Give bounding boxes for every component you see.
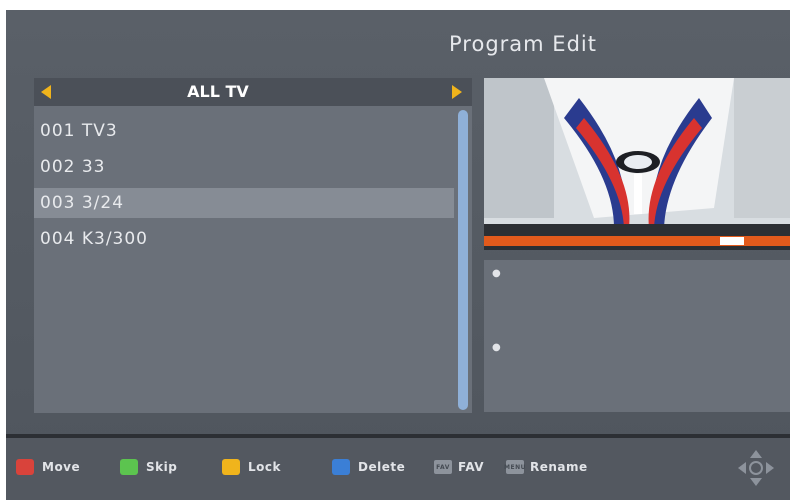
arrow-right-icon[interactable] <box>452 85 462 99</box>
program-edit-screen: Program Edit ALL TV 001 TV3 002 33 003 3… <box>6 10 790 500</box>
fav-label: FAV <box>458 460 485 474</box>
page-title: Program Edit <box>449 32 597 56</box>
skip-key[interactable]: Skip <box>120 458 177 476</box>
channel-list-panel: ALL TV 001 TV3 002 33 003 3/24 004 K3/30… <box>34 78 472 413</box>
delete-key[interactable]: Delete <box>332 458 405 476</box>
fav-key[interactable]: FAV FAV <box>434 458 484 476</box>
rename-key[interactable]: MENU Rename <box>504 458 588 476</box>
nav-pad-icon <box>738 450 774 486</box>
scrollbar[interactable] <box>458 110 468 410</box>
channel-item[interactable]: 001 TV3 <box>34 116 454 146</box>
preview-image <box>484 78 790 250</box>
delete-label: Delete <box>358 460 406 474</box>
channel-list: 001 TV3 002 33 003 3/24 004 K3/300 <box>34 116 454 260</box>
channel-info-panel: ● ● <box>484 260 790 412</box>
group-name: ALL TV <box>187 82 249 101</box>
channel-item-selected[interactable]: 003 3/24 <box>34 188 454 218</box>
video-preview <box>484 78 790 250</box>
move-label: Move <box>42 460 81 474</box>
lock-label: Lock <box>248 460 281 474</box>
info-dot: ● <box>492 268 501 279</box>
channel-item[interactable]: 002 33 <box>34 152 454 182</box>
info-dot: ● <box>492 342 501 353</box>
fav-key-icon: FAV <box>434 460 452 474</box>
skip-label: Skip <box>146 460 178 474</box>
lock-key[interactable]: Lock <box>222 458 281 476</box>
channel-item[interactable]: 004 K3/300 <box>34 224 454 254</box>
yellow-key-icon <box>222 459 240 475</box>
red-key-icon <box>16 459 34 475</box>
footer-legend: Move Skip Lock Delete FAV FAV MENU Renam… <box>6 438 790 500</box>
move-key[interactable]: Move <box>16 458 80 476</box>
rename-label: Rename <box>530 460 588 474</box>
green-key-icon <box>120 459 138 475</box>
blue-key-icon <box>332 459 350 475</box>
group-selector[interactable]: ALL TV <box>34 78 472 106</box>
menu-key-icon: MENU <box>504 460 525 474</box>
